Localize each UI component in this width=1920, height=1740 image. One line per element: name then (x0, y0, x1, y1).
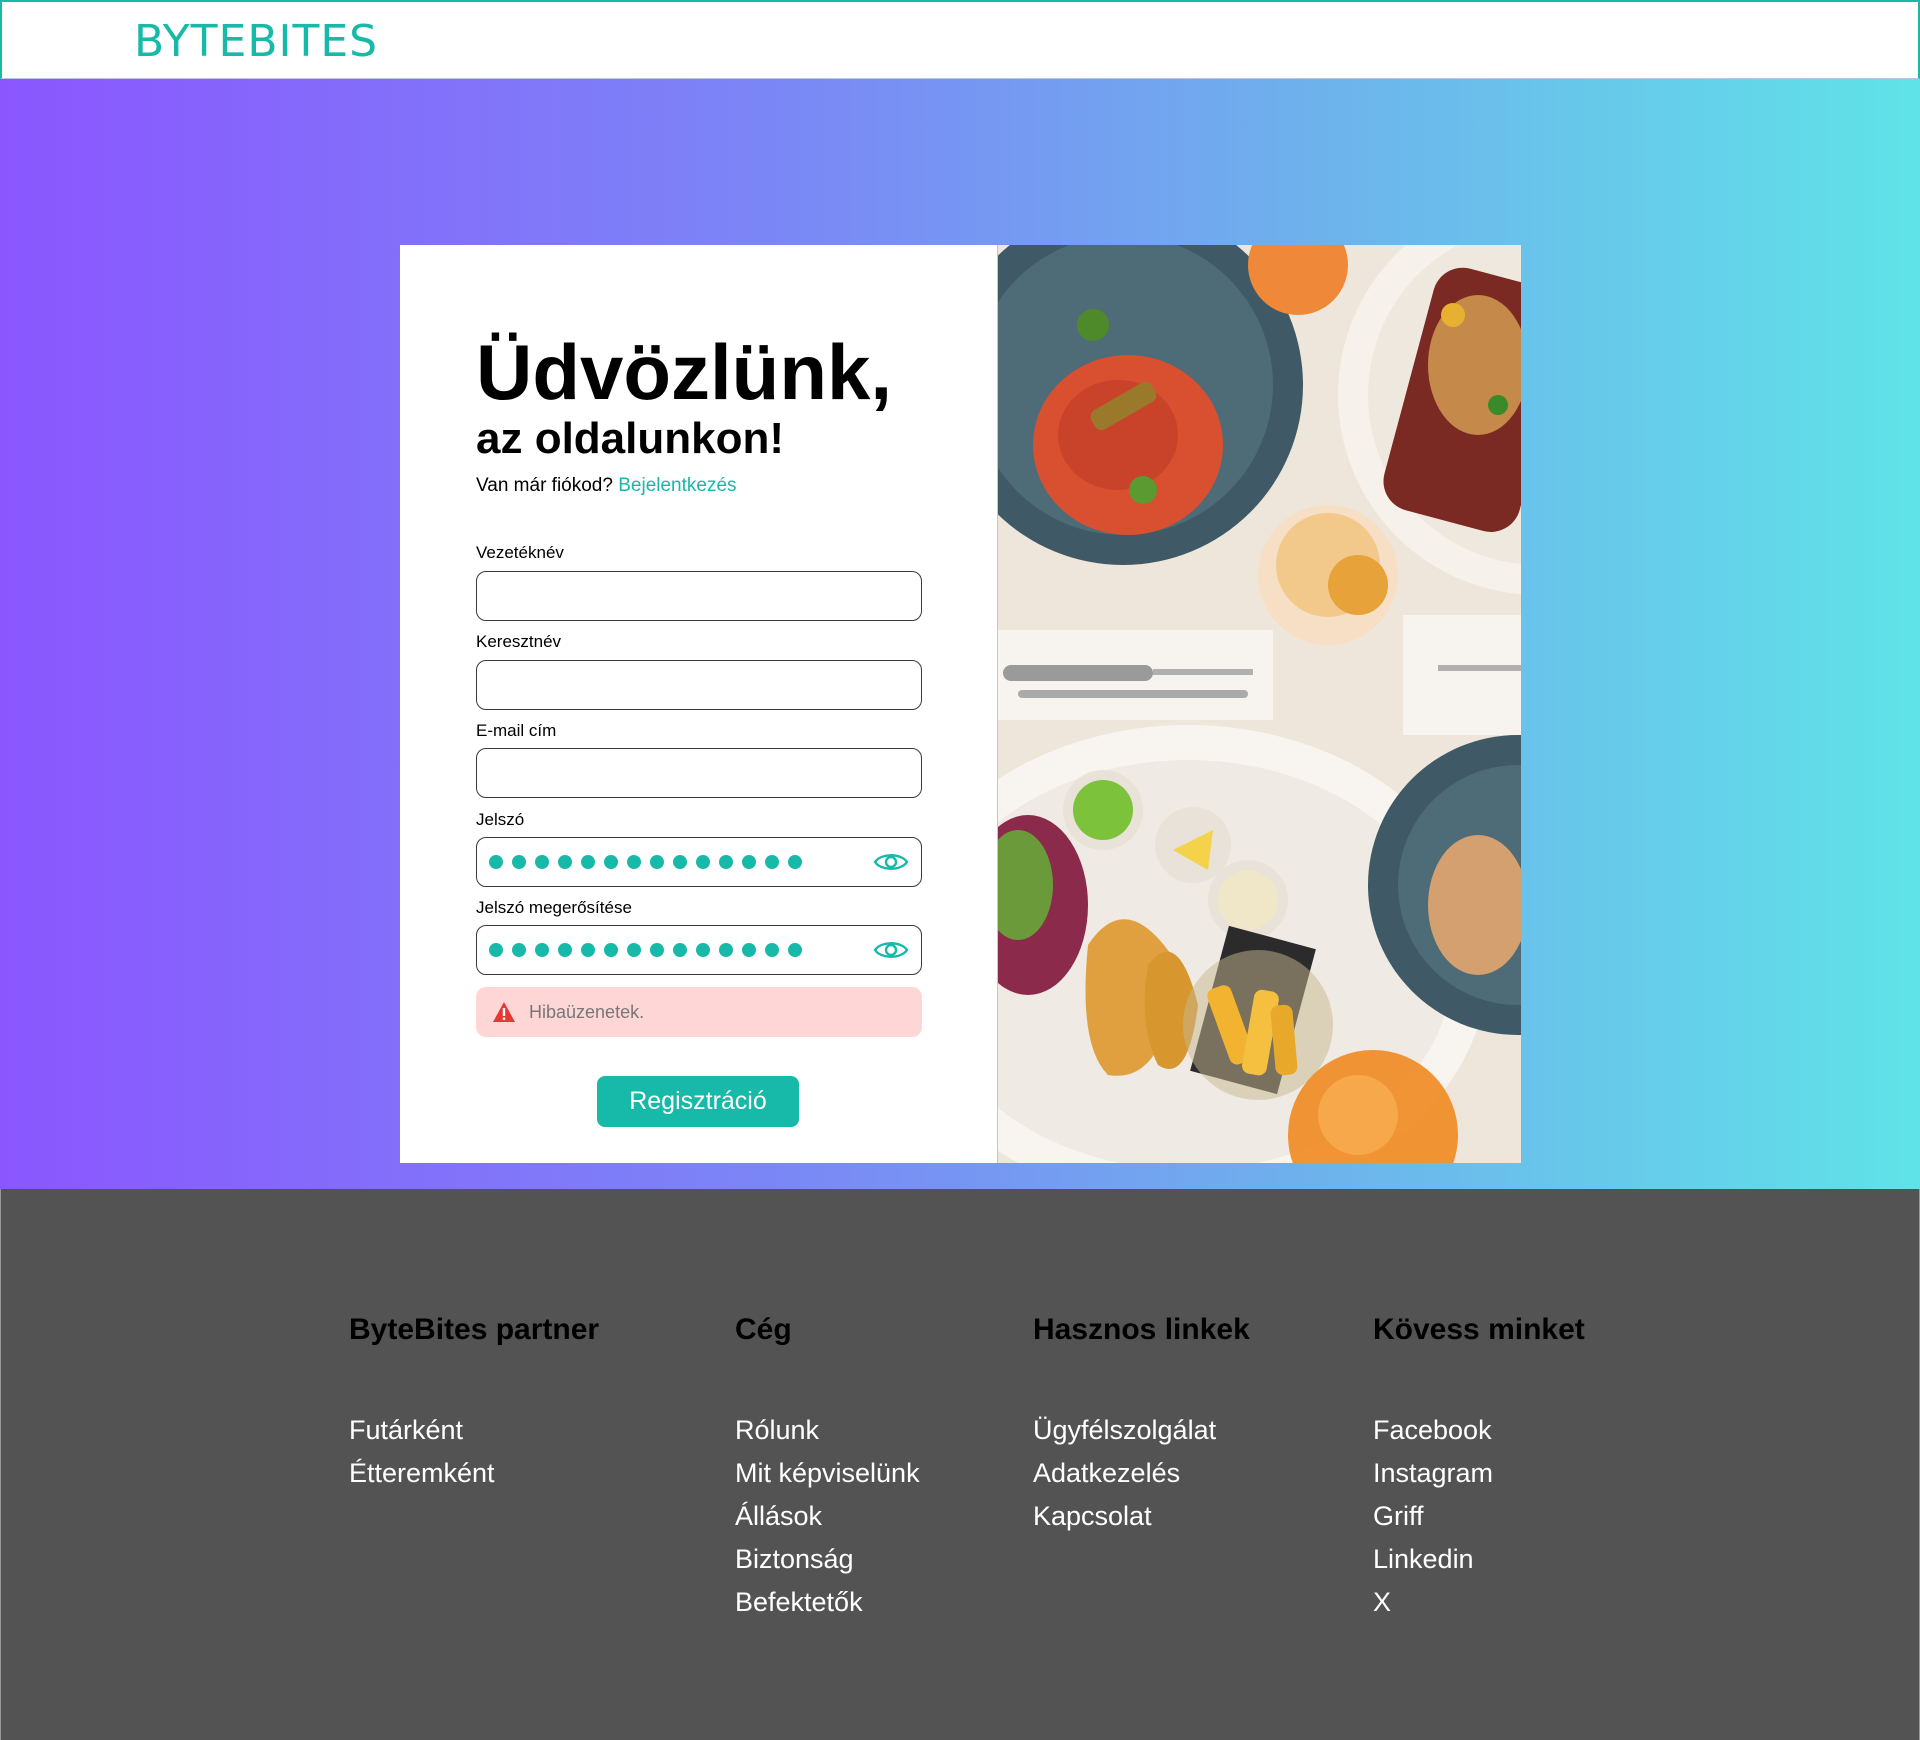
confirm-password-label: Jelszó megerősítése (476, 898, 632, 917)
footer-col-title: Cég (735, 1313, 792, 1346)
hero-section: Üdvözlünk, az oldalunkon! Van már fiókod… (0, 79, 1920, 1189)
page-subtitle: az oldalunkon! (476, 414, 784, 463)
registration-card: Üdvözlünk, az oldalunkon! Van már fiókod… (400, 245, 1521, 1163)
top-header: BYTEBITES (0, 0, 1920, 79)
email-input[interactable] (476, 748, 922, 798)
page-title: Üdvözlünk, (476, 328, 893, 416)
footer-link-about[interactable]: Rólunk (735, 1409, 920, 1452)
last-name-label: Vezetéknév (476, 543, 564, 562)
last-name-input[interactable] (476, 571, 922, 621)
first-name-label: Keresztnév (476, 632, 562, 651)
footer-link-facebook[interactable]: Facebook (1373, 1409, 1585, 1452)
warning-icon (493, 1002, 515, 1022)
footer: ByteBites partner Futárként Étteremként … (0, 1189, 1920, 1740)
footer-col-title: ByteBites partner (349, 1313, 600, 1346)
footer-link-instagram[interactable]: Instagram (1373, 1452, 1585, 1495)
footer-link-restaurant[interactable]: Étteremként (349, 1452, 599, 1495)
footer-link-list: Facebook Instagram Griff Linkedin X (1373, 1409, 1585, 1624)
login-link[interactable]: Bejelentkezés (618, 475, 736, 496)
food-illustration (998, 245, 1521, 1163)
footer-link-support[interactable]: Ügyfélszolgálat (1033, 1409, 1250, 1452)
eye-icon[interactable] (873, 938, 909, 962)
have-account-label: Van már fiókod? (476, 475, 613, 496)
footer-link-values[interactable]: Mit képviselünk (735, 1452, 920, 1495)
footer-link-investors[interactable]: Befektetők (735, 1581, 920, 1624)
password-input[interactable] (476, 837, 922, 887)
footer-col-useful-links: Hasznos linkek Ügyfélszolgálat Adatkezel… (1033, 1313, 1250, 1538)
footer-link-security[interactable]: Biztonság (735, 1538, 920, 1581)
error-message-box: Hibaüzenetek. (476, 987, 922, 1037)
footer-link-privacy[interactable]: Adatkezelés (1033, 1452, 1250, 1495)
eye-icon[interactable] (873, 850, 909, 874)
footer-col-partner: ByteBites partner Futárként Étteremként (349, 1313, 599, 1495)
confirm-password-mask (489, 943, 802, 957)
footer-link-x[interactable]: X (1373, 1581, 1585, 1624)
error-message: Hibaüzenetek. (529, 1002, 645, 1022)
food-photo (997, 245, 1521, 1163)
footer-link-contact[interactable]: Kapcsolat (1033, 1495, 1250, 1538)
footer-link-linkedin[interactable]: Linkedin (1373, 1538, 1585, 1581)
first-name-input[interactable] (476, 660, 922, 710)
footer-link-griff[interactable]: Griff (1373, 1495, 1585, 1538)
footer-link-jobs[interactable]: Állások (735, 1495, 920, 1538)
registration-form: Üdvözlünk, az oldalunkon! Van már fiókod… (400, 245, 997, 1163)
footer-col-social: Kövess minket Facebook Instagram Griff L… (1373, 1313, 1585, 1624)
logo[interactable]: BYTEBITES (134, 20, 378, 64)
footer-col-title: Hasznos linkek (1033, 1313, 1250, 1346)
footer-link-list: Ügyfélszolgálat Adatkezelés Kapcsolat (1033, 1409, 1250, 1538)
password-mask (489, 855, 802, 869)
footer-link-list: Rólunk Mit képviselünk Állások Biztonság… (735, 1409, 920, 1624)
password-label: Jelszó (476, 810, 525, 829)
register-button[interactable]: Regisztráció (597, 1076, 799, 1127)
have-account-text: Van már fiókod? Bejelentkezés (476, 475, 737, 497)
footer-col-company: Cég Rólunk Mit képviselünk Állások Bizto… (735, 1313, 920, 1624)
confirm-password-input[interactable] (476, 925, 922, 975)
footer-col-title: Kövess minket (1373, 1313, 1585, 1346)
email-label: E-mail cím (476, 721, 557, 740)
footer-link-list: Futárként Étteremként (349, 1409, 599, 1495)
footer-link-courier[interactable]: Futárként (349, 1409, 599, 1452)
